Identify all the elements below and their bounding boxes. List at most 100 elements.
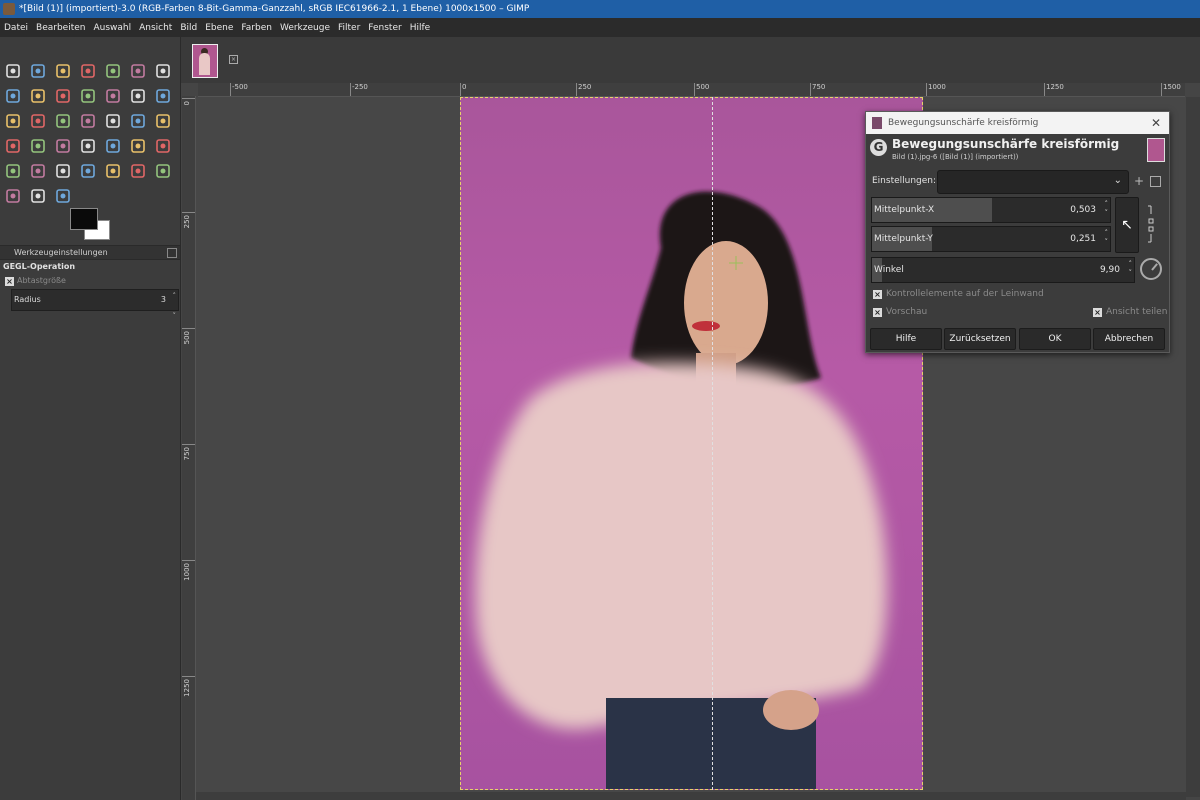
menu-ebene[interactable]: Ebene — [201, 23, 237, 33]
radius-field[interactable]: Radius 3 ˄ ˅ — [11, 289, 179, 320]
image-thumbnail[interactable] — [192, 44, 218, 78]
vertical-scrollbar[interactable] — [1186, 97, 1200, 797]
angle-dial[interactable] — [1140, 258, 1162, 280]
cancel-button[interactable]: Abbrechen — [1093, 328, 1165, 350]
gradient-icon[interactable] — [103, 136, 123, 156]
eraser-icon[interactable] — [3, 161, 23, 181]
scale-icon[interactable] — [53, 111, 73, 131]
scissors-icon[interactable] — [128, 61, 148, 81]
rotate-icon[interactable] — [28, 111, 48, 131]
measure-icon[interactable] — [78, 86, 98, 106]
preset-menu-icon[interactable] — [1150, 176, 1161, 187]
center-handle-icon[interactable] — [729, 256, 743, 270]
cage-icon[interactable] — [3, 136, 23, 156]
heal-icon[interactable] — [128, 161, 148, 181]
rect-select-icon[interactable] — [3, 61, 23, 81]
free-select-icon[interactable] — [53, 61, 73, 81]
color-picker-icon[interactable] — [28, 86, 48, 106]
transform-3d-icon[interactable] — [128, 111, 148, 131]
vertical-ruler[interactable]: 0 250 500 750 1000 1250 — [182, 96, 196, 800]
flip-icon[interactable] — [153, 111, 173, 131]
add-preset-icon[interactable]: + — [1134, 174, 1144, 188]
close-image-icon[interactable]: × — [229, 55, 238, 64]
crop-icon[interactable] — [153, 86, 173, 106]
ruler-label: 750 — [183, 447, 191, 461]
blur-icon[interactable] — [3, 186, 23, 206]
ruler-tick — [576, 83, 577, 96]
reset-button[interactable]: Zurücksetzen — [944, 328, 1016, 350]
horizontal-scrollbar[interactable] — [196, 792, 1186, 800]
pencil-icon[interactable] — [128, 136, 148, 156]
ruler-tick — [460, 83, 461, 96]
pick-center-button[interactable]: ↖ — [1115, 197, 1139, 253]
split-view-checkbox[interactable]: × — [1093, 308, 1102, 317]
menu-bearbeiten[interactable]: Bearbeiten — [32, 23, 89, 33]
unified-transform-icon[interactable] — [3, 111, 23, 131]
radius-value: 3 — [160, 295, 166, 304]
align-icon[interactable] — [128, 86, 148, 106]
menu-werkzeuge[interactable]: Werkzeuge — [276, 23, 334, 33]
menu-fenster[interactable]: Fenster — [364, 23, 405, 33]
split-view-guide[interactable] — [712, 97, 713, 790]
center-x-arrows-icon[interactable]: ˄ ˅ — [1105, 200, 1109, 218]
dot-icon[interactable] — [53, 186, 73, 206]
clone-icon[interactable] — [103, 161, 123, 181]
image-canvas[interactable] — [460, 97, 923, 790]
angle-label: Winkel — [874, 265, 904, 275]
smudge-icon[interactable] — [153, 161, 173, 181]
center-y-arrows-icon[interactable]: ˄ ˅ — [1105, 229, 1109, 247]
tool-options-tab[interactable]: Werkzeugeinstellungen — [0, 245, 180, 260]
menu-datei[interactable]: Datei — [0, 23, 32, 33]
mypaint-brush-icon[interactable] — [78, 161, 98, 181]
settings-combo[interactable]: ⌄ — [937, 170, 1129, 194]
ink-icon[interactable] — [53, 161, 73, 181]
dialog-titlebar[interactable]: Bewegungsunschärfe kreisförmig ✕ — [866, 112, 1169, 134]
menu-hilfe[interactable]: Hilfe — [406, 23, 434, 33]
foreground-color-swatch[interactable] — [70, 208, 98, 230]
center-x-spin[interactable]: Mittelpunkt-X 0,503 ˄ ˅ — [871, 197, 1111, 223]
perspective-icon[interactable] — [103, 111, 123, 131]
fg-bg-colors[interactable] — [70, 208, 112, 242]
foreground-select-icon[interactable] — [153, 61, 173, 81]
paths-icon[interactable] — [3, 86, 23, 106]
fuzzy-select-icon[interactable] — [78, 61, 98, 81]
zoom-icon[interactable] — [53, 86, 73, 106]
horizontal-ruler[interactable]: -500 -250 0 250 500 750 1000 1250 1500 — [198, 83, 1185, 97]
ruler-tick — [350, 83, 351, 96]
ruler-label: 0 — [183, 101, 191, 106]
help-button[interactable]: Hilfe — [870, 328, 942, 350]
ruler-label: 500 — [183, 331, 191, 345]
sample-size-checkbox[interactable]: × — [5, 277, 14, 286]
bucket-fill-icon[interactable] — [78, 136, 98, 156]
text-icon[interactable] — [53, 136, 73, 156]
preview-label: Vorschau — [886, 307, 928, 317]
ok-button[interactable]: OK — [1019, 328, 1091, 350]
menu-auswahl[interactable]: Auswahl — [89, 23, 135, 33]
ruler-label: 250 — [183, 215, 191, 229]
preview-checkbox[interactable]: × — [873, 308, 882, 317]
ruler-tick — [810, 83, 811, 96]
ellipse-select-icon[interactable] — [28, 61, 48, 81]
dodge-icon[interactable] — [28, 186, 48, 206]
angle-arrows-icon[interactable]: ˄ ˅ — [1129, 260, 1133, 278]
radius-spin-icon[interactable]: ˄ ˅ — [173, 286, 177, 326]
chain-link-icon[interactable] — [1146, 204, 1156, 244]
tab-menu-icon[interactable] — [167, 248, 177, 258]
canvas-controls-checkbox[interactable]: × — [873, 290, 882, 299]
angle-spin[interactable]: Winkel 9,90 ˄ ˅ — [871, 257, 1135, 283]
move-icon[interactable] — [103, 86, 123, 106]
shear-icon[interactable] — [78, 111, 98, 131]
airbrush-icon[interactable] — [28, 161, 48, 181]
warp-icon[interactable] — [28, 136, 48, 156]
menu-ansicht[interactable]: Ansicht — [135, 23, 176, 33]
menu-filter[interactable]: Filter — [334, 23, 364, 33]
menu-bild[interactable]: Bild — [176, 23, 201, 33]
menu-farben[interactable]: Farben — [237, 23, 276, 33]
ruler-tick — [182, 560, 195, 561]
paintbrush-icon[interactable] — [153, 136, 173, 156]
ruler-label: -250 — [352, 83, 368, 91]
color-select-icon[interactable] — [103, 61, 123, 81]
close-dialog-icon[interactable]: ✕ — [1151, 112, 1161, 134]
center-y-spin[interactable]: Mittelpunkt-Y 0,251 ˄ ˅ — [871, 226, 1111, 252]
ruler-tick — [182, 212, 195, 213]
